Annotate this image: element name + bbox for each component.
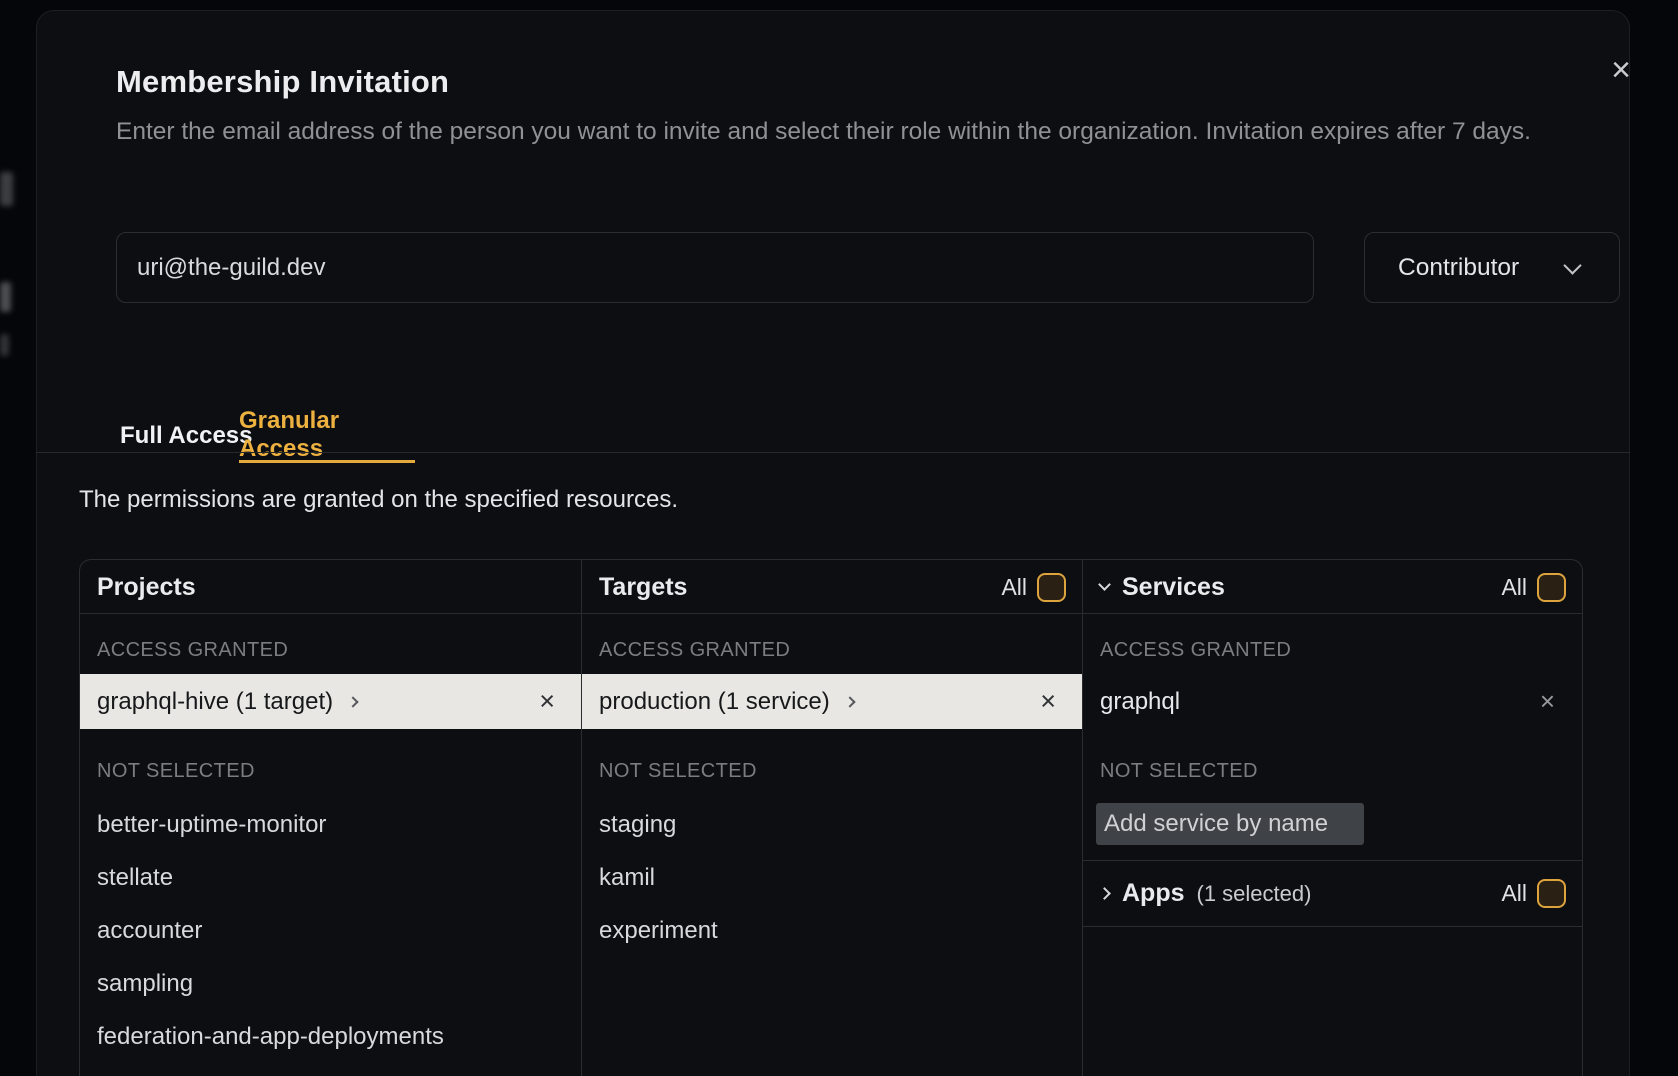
remove-project-icon[interactable]: × [539, 686, 555, 717]
role-select[interactable]: Contributor [1364, 232, 1620, 303]
background-artifact [0, 282, 11, 312]
projects-header: Projects [97, 573, 196, 602]
close-icon[interactable]: × [1604, 53, 1638, 87]
tab-full-access[interactable]: Full Access [120, 409, 253, 463]
services-header: Services [1122, 573, 1225, 602]
targets-all-checkbox[interactable] [1037, 573, 1066, 602]
services-granted-label: graphql [1100, 688, 1180, 716]
resources-table: Projects Targets All Services All [79, 559, 1583, 1076]
dialog-title: Membership Invitation [116, 64, 449, 100]
chevron-right-icon [347, 696, 358, 707]
services-not-selected-label: NOT SELECTED [1083, 753, 1582, 789]
dialog-description: Enter the email address of the person yo… [116, 112, 1548, 152]
membership-invitation-screen: × Membership Invitation Enter the email … [0, 0, 1678, 1076]
projects-access-granted-label: ACCESS GRANTED [80, 632, 581, 668]
project-list-item[interactable]: stellate [80, 852, 581, 904]
invite-email-input[interactable] [116, 232, 1314, 303]
permissions-note: The permissions are granted on the speci… [79, 486, 678, 514]
chevron-down-icon [1098, 578, 1111, 591]
apps-all-checkbox[interactable] [1537, 879, 1566, 908]
project-list-item[interactable]: better-uptime-monitor [80, 799, 581, 851]
projects-not-selected-label: NOT SELECTED [80, 753, 581, 789]
projects-header-cell: Projects [80, 560, 581, 614]
apps-accordion-row[interactable]: Apps (1 selected) All [1083, 860, 1582, 927]
chevron-down-icon [1563, 256, 1581, 274]
apps-header: Apps [1122, 879, 1185, 908]
role-select-value: Contributor [1398, 254, 1519, 282]
project-list-item[interactable]: federation-and-app-deployments [80, 1011, 581, 1063]
table-header-row: Projects Targets All Services All [80, 560, 1582, 614]
targets-header: Targets [599, 573, 687, 602]
targets-selected-row[interactable]: production (1 service) × [582, 674, 1082, 729]
services-access-granted-label: ACCESS GRANTED [1083, 632, 1582, 668]
remove-target-icon[interactable]: × [1040, 686, 1056, 717]
projects-selected-label: graphql-hive (1 target) [97, 688, 333, 716]
services-all-checkbox[interactable] [1537, 573, 1566, 602]
targets-not-selected-label: NOT SELECTED [582, 753, 1082, 789]
services-granted-row[interactable]: graphql × [1083, 674, 1582, 729]
targets-access-granted-label: ACCESS GRANTED [582, 632, 1082, 668]
targets-header-cell: Targets All [582, 560, 1082, 614]
target-list-item[interactable]: experiment [582, 905, 1082, 957]
add-service-input[interactable] [1096, 803, 1364, 845]
tabs-divider [36, 452, 1630, 453]
targets-all-label: All [1001, 574, 1027, 601]
apps-selected-count: (1 selected) [1197, 881, 1312, 907]
project-list-item[interactable]: sampling [80, 958, 581, 1010]
services-all-label: All [1501, 574, 1527, 601]
apps-all-label: All [1501, 880, 1527, 907]
background-artifact [0, 334, 9, 356]
services-header-cell[interactable]: Services All [1083, 560, 1582, 614]
chevron-right-icon [844, 696, 855, 707]
projects-selected-row[interactable]: graphql-hive (1 target) × [80, 674, 581, 729]
target-list-item[interactable]: staging [582, 799, 1082, 851]
target-list-item[interactable]: kamil [582, 852, 1082, 904]
tab-granular-access[interactable]: Granular Access [239, 409, 415, 463]
targets-selected-label: production (1 service) [599, 688, 830, 716]
chevron-right-icon [1098, 887, 1111, 900]
remove-service-icon[interactable]: × [1540, 686, 1555, 717]
project-list-item[interactable]: accounter [80, 905, 581, 957]
background-artifact [0, 172, 13, 206]
